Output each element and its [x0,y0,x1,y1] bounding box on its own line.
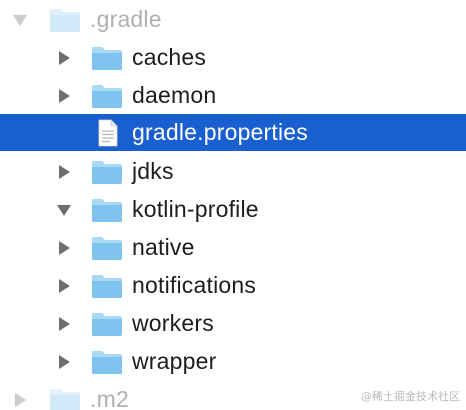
folder-icon [90,235,124,261]
tree-item-label: caches [132,44,207,70]
file-tree: .gradle caches daemon gradle.properties … [0,0,466,410]
tree-row-gradle-properties[interactable]: gradle.properties [0,114,466,151]
watermark: @稀土掘金技术社区 [361,390,460,403]
tree-row-workers[interactable]: workers [0,305,466,342]
folder-icon [48,387,82,410]
tree-row-daemon[interactable]: daemon [0,77,466,114]
tree-item-label: .m2 [90,386,129,410]
folder-icon [90,349,124,375]
tree-row-jdks[interactable]: jdks [0,153,466,190]
tree-item-label: gradle.properties [132,119,309,145]
disclosure-right-icon[interactable] [56,316,72,332]
disclosure-right-icon[interactable] [56,278,72,294]
tree-item-label: jdks [132,158,174,184]
disclosure-down-icon[interactable] [12,12,28,28]
tree-item-label: native [132,234,195,260]
folder-icon [90,83,124,109]
tree-row-native[interactable]: native [0,229,466,266]
disclosure-down-icon[interactable] [56,202,72,218]
folder-icon [90,45,124,71]
folder-icon [90,273,124,299]
disclosure-right-icon[interactable] [56,240,72,256]
disclosure-right-icon[interactable] [56,354,72,370]
tree-row-wrapper[interactable]: wrapper [0,343,466,380]
tree-item-label: kotlin-profile [132,196,259,222]
disclosure-right-icon[interactable] [56,88,72,104]
tree-item-label: .gradle [90,6,162,32]
tree-row-kotlin-profile[interactable]: kotlin-profile [0,191,466,228]
tree-item-label: workers [132,310,214,336]
tree-item-label: wrapper [132,348,217,374]
folder-icon [90,311,124,337]
tree-row-gradle-folder[interactable]: .gradle [0,1,466,38]
folder-icon [48,7,82,33]
tree-row-notifications[interactable]: notifications [0,267,466,304]
folder-icon [90,197,124,223]
tree-item-label: notifications [132,272,257,298]
disclosure-right-icon[interactable] [12,392,28,408]
folder-icon [90,159,124,185]
document-icon [90,119,124,146]
tree-row-caches[interactable]: caches [0,39,466,76]
tree-item-label: daemon [132,82,217,108]
disclosure-right-icon[interactable] [56,164,72,180]
disclosure-right-icon[interactable] [56,50,72,66]
